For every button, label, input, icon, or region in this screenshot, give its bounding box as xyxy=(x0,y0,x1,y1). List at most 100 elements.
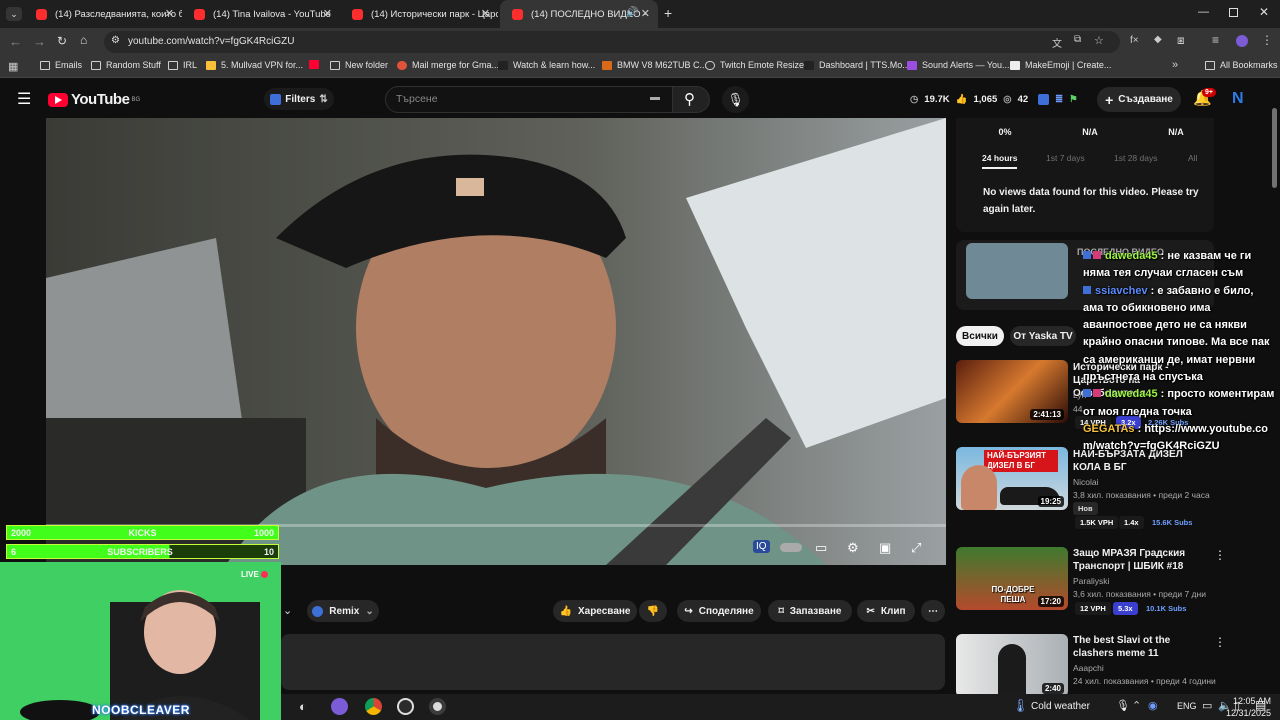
chip-all[interactable]: Всички xyxy=(956,326,1004,346)
save-button[interactable]: ⌑ Запазване xyxy=(768,600,852,622)
taskbar-app-icon[interactable]: ◐ xyxy=(299,699,307,714)
browser-tab-active[interactable]: (14) ПОСЛЕДНО ВИДЕО - 🔊 ✕ xyxy=(500,0,658,28)
tab-close-icon[interactable]: ✕ xyxy=(323,7,332,20)
address-bar[interactable]: ⚙ youtube.com/watch?v=fgGK4RciGZU 文 ⧉ ☆ xyxy=(104,31,1120,53)
search-input[interactable]: Търсене ▬ xyxy=(385,86,673,113)
obs-taskbar-icon[interactable] xyxy=(397,698,414,715)
filters-button[interactable]: Filters ⇅ xyxy=(264,88,334,110)
speaker-icon[interactable]: 🔊 xyxy=(626,7,638,18)
bookmark-item[interactable]: IRL xyxy=(168,60,197,70)
range-tab-28d[interactable]: 1st 28 days xyxy=(1114,153,1157,163)
chrome-taskbar-icon[interactable] xyxy=(365,698,382,715)
network-icon[interactable]: ▭ xyxy=(1202,699,1212,712)
video-menu-icon[interactable]: ⋮ xyxy=(1214,548,1226,562)
chip-from-channel[interactable]: От Yaska TV xyxy=(1010,326,1076,346)
video-channel[interactable]: Nicolai xyxy=(1073,477,1099,487)
theater-mode-icon[interactable]: ▣ xyxy=(879,540,891,556)
tab-close-icon[interactable]: ✕ xyxy=(481,7,490,20)
more-actions-button[interactable]: ⋯ xyxy=(921,600,945,622)
extension-icon[interactable]: ◆ xyxy=(1154,34,1162,45)
remix-button[interactable]: Remix ⌄ xyxy=(307,600,379,622)
youtube-logo[interactable]: YouTube BG xyxy=(48,91,140,108)
browser-tab[interactable]: (14) Разследванията, които бе ✕ xyxy=(24,0,182,28)
voice-search-button[interactable]: 🎙 xyxy=(722,86,749,113)
profile-avatar-icon[interactable] xyxy=(1236,35,1248,47)
bookmark-item[interactable]: Twitch Emote Resizer xyxy=(705,60,807,70)
video-title[interactable]: Защо МРАЗЯ Градския Транспорт | ШБИК #18 xyxy=(1073,547,1193,573)
extensions-puzzle-icon[interactable]: ⧆ xyxy=(1177,33,1185,48)
bookmark-item[interactable]: Dashboard | TTS.Mo... xyxy=(804,60,910,70)
back-icon[interactable]: ← xyxy=(9,34,22,49)
forward-icon[interactable]: → xyxy=(33,34,46,49)
account-avatar[interactable]: N xyxy=(1232,90,1244,108)
browser-menu-icon[interactable]: ⋮ xyxy=(1261,33,1273,47)
bookmark-item[interactable]: New folder xyxy=(330,60,388,70)
site-info-icon[interactable]: ⚙ xyxy=(111,35,120,46)
video-title[interactable]: The best Slavi ot the clashers meme 11 xyxy=(1073,634,1203,660)
range-tab-24h[interactable]: 24 hours xyxy=(982,153,1018,169)
home-icon[interactable]: ⌂ xyxy=(80,33,87,47)
tray-icon[interactable]: ◉ xyxy=(1148,699,1158,712)
minimize-icon[interactable]: — xyxy=(1198,6,1209,18)
tab-close-icon[interactable]: ✕ xyxy=(641,7,650,20)
tab-close-icon[interactable]: ✕ xyxy=(165,7,174,20)
create-button[interactable]: + Създаване xyxy=(1097,87,1181,112)
tab-search-icon[interactable]: ⌄ xyxy=(6,7,22,21)
bookmark-item[interactable]: Sound Alerts — You... xyxy=(907,60,1010,70)
like-button[interactable]: 👍 Харесване xyxy=(553,600,637,622)
close-window-icon[interactable]: ✕ xyxy=(1259,5,1269,19)
ext-icon[interactable]: ⚑ xyxy=(1069,94,1078,105)
weather-icon[interactable]: 🌡 xyxy=(1012,698,1029,714)
chevron-down-icon[interactable]: ⌄ xyxy=(283,604,292,617)
bookmark-item[interactable]: BMW V8 M62TUB C... xyxy=(602,60,707,70)
iq-icon[interactable] xyxy=(1038,94,1050,105)
maximize-icon[interactable] xyxy=(1229,8,1238,17)
video-channel[interactable]: Paraliyski xyxy=(1073,576,1109,586)
current-video-thumbnail[interactable] xyxy=(966,243,1068,299)
page-scrollbar[interactable] xyxy=(1272,108,1277,188)
reload-icon[interactable]: ↻ xyxy=(57,34,67,48)
new-tab-icon[interactable]: + xyxy=(664,5,672,21)
install-icon[interactable]: ⧉ xyxy=(1074,34,1081,45)
dislike-button[interactable]: 👎 xyxy=(639,600,667,622)
apps-grid-icon[interactable]: ▦ xyxy=(8,60,18,73)
browser-tab[interactable]: (14) Исторически парк - Царс ✕ xyxy=(340,0,498,28)
range-tab-all[interactable]: All xyxy=(1188,153,1197,163)
tab-list-icon[interactable]: ≡ xyxy=(1212,33,1219,47)
clip-button[interactable]: ✂ Клип xyxy=(857,600,915,622)
keyboard-icon[interactable]: ▬ xyxy=(650,92,660,103)
notification-center-icon[interactable]: ▤ xyxy=(1255,698,1266,712)
range-tab-7d[interactable]: 1st 7 days xyxy=(1046,153,1085,163)
bookmark-item[interactable]: MakeEmoji | Create... xyxy=(1010,60,1111,70)
settings-gear-icon[interactable]: ⚙ xyxy=(847,540,859,556)
video-thumbnail[interactable]: 2:41:13 xyxy=(956,360,1068,423)
list-icon[interactable]: ≣ xyxy=(1055,94,1063,105)
bookmarks-overflow-icon[interactable]: » xyxy=(1172,59,1178,71)
autoplay-toggle-icon[interactable] xyxy=(780,543,802,552)
video-thumbnail[interactable]: НАЙ-БЪРЗИЯТ ДИЗЕЛ В БГ 19:25 xyxy=(956,447,1068,510)
taskbar-app-icon[interactable] xyxy=(429,698,446,715)
bookmark-item[interactable]: Random Stuff xyxy=(91,60,161,70)
all-bookmarks[interactable]: All Bookmarks xyxy=(1205,60,1278,70)
search-button[interactable]: ⚲ xyxy=(672,86,710,113)
mic-icon[interactable]: 🎙 xyxy=(1116,699,1130,712)
video-menu-icon[interactable]: ⋮ xyxy=(1214,635,1226,649)
fullscreen-icon[interactable]: ⤢ xyxy=(911,540,921,556)
share-button[interactable]: ↪ Споделяне xyxy=(677,600,761,622)
description-box[interactable] xyxy=(281,634,945,690)
taskbar-app-icon[interactable] xyxy=(331,698,348,715)
video-channel[interactable]: Aaapchi xyxy=(1073,663,1104,673)
bookmark-item[interactable]: Watch & learn how... xyxy=(498,60,595,70)
subtitles-icon[interactable]: ▭ xyxy=(815,540,827,556)
language-indicator[interactable]: ENG xyxy=(1177,701,1197,711)
hamburger-menu-icon[interactable]: ☰ xyxy=(17,89,31,109)
tray-icon[interactable]: ⌃ xyxy=(1132,699,1141,712)
iq-player-icon[interactable]: IQ xyxy=(753,540,770,553)
video-player[interactable] xyxy=(46,118,946,565)
video-thumbnail[interactable]: ПО-ДОБРЕ ПЕША 17:20 xyxy=(956,547,1068,610)
video-thumbnail[interactable]: 2:40 xyxy=(956,634,1068,697)
browser-tab[interactable]: (14) Tina Ivailova - YouTube ✕ xyxy=(182,0,340,28)
bookmark-star-icon[interactable]: ☆ xyxy=(1094,34,1104,47)
bookmark-item[interactable]: 5. Mullvad VPN for... xyxy=(206,60,303,70)
extension-icon[interactable]: f× xyxy=(1130,35,1139,46)
